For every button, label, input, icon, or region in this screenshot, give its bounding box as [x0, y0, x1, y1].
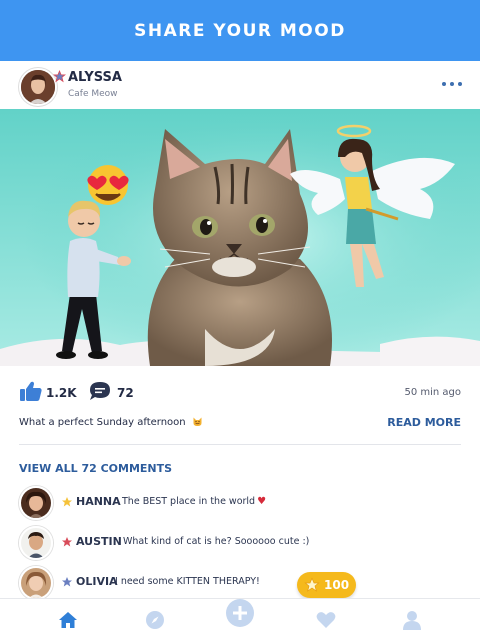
comment-body: The BEST place in the world: [122, 496, 256, 507]
cat-emoji-icon: [193, 417, 202, 426]
heart-icon: ♥: [257, 496, 267, 507]
commenter-name[interactable]: AUSTIN: [76, 535, 122, 548]
comment-item: HANNA The BEST place in the world ♥: [19, 486, 459, 520]
star-icon: [53, 70, 66, 83]
star-icon: [62, 497, 72, 507]
home-icon: [59, 612, 77, 628]
post-photo[interactable]: [0, 109, 480, 366]
star-icon: [304, 577, 320, 592]
bottom-tab-bar: [0, 598, 480, 641]
commenter-name[interactable]: OLIVIA: [76, 575, 118, 588]
read-more-link[interactable]: READ MORE: [387, 416, 461, 429]
comment-item: OLIVIA I need some KITTEN THERAPY!: [19, 566, 459, 600]
tab-likes[interactable]: [306, 599, 346, 641]
comment-text: What kind of cat is he? Soooooo cute :): [123, 536, 310, 547]
plus-icon: [226, 599, 254, 627]
compass-icon: [146, 611, 164, 629]
like-count: 1.2K: [46, 386, 77, 400]
star-icon: [62, 537, 72, 547]
tab-explore[interactable]: [135, 599, 175, 641]
reward-badge[interactable]: 100: [297, 572, 356, 603]
tab-profile[interactable]: [392, 599, 432, 641]
post-actions: 1.2K 72 50 min ago: [0, 376, 480, 410]
author-name[interactable]: ALYSSA: [68, 70, 122, 85]
heart-icon: [316, 612, 336, 628]
dot-icon: [450, 82, 454, 86]
tab-home[interactable]: [48, 599, 88, 641]
star-icon: [62, 577, 72, 587]
caption-text: What a perfect Sunday afternoon: [19, 417, 186, 428]
post-timestamp: 50 min ago: [404, 387, 461, 398]
profile-icon: [403, 611, 421, 630]
tab-create[interactable]: [220, 599, 260, 641]
app-header: SHARE YOUR MOOD: [0, 0, 480, 61]
author-location: Cafe Meow: [68, 89, 118, 99]
page-title: SHARE YOUR MOOD: [134, 20, 346, 41]
post-caption: What a perfect Sunday afternoon: [19, 416, 203, 428]
view-all-comments-link[interactable]: VIEW ALL 72 COMMENTS: [19, 462, 172, 475]
reward-count: 100: [324, 578, 350, 592]
divider: [19, 444, 461, 445]
author-avatar[interactable]: [19, 68, 57, 106]
post-header: ALYSSA Cafe Meow: [0, 61, 480, 109]
comment-count: 72: [117, 386, 134, 400]
dot-icon: [458, 82, 462, 86]
comment-text: I need some KITTEN THERAPY!: [115, 576, 260, 587]
comment-button[interactable]: [89, 381, 111, 405]
like-button[interactable]: [19, 380, 43, 402]
comment-bubble-icon: [90, 382, 110, 400]
thumbs-up-icon: [20, 381, 42, 401]
commenter-avatar[interactable]: [19, 486, 53, 520]
comment-text: The BEST place in the world ♥: [122, 496, 266, 507]
more-options-button[interactable]: [442, 76, 462, 92]
commenter-name[interactable]: HANNA: [76, 495, 121, 508]
dot-icon: [442, 82, 446, 86]
commenter-avatar[interactable]: [19, 566, 53, 600]
comment-item: AUSTIN What kind of cat is he? Soooooo c…: [19, 526, 459, 560]
commenter-avatar[interactable]: [19, 526, 53, 560]
